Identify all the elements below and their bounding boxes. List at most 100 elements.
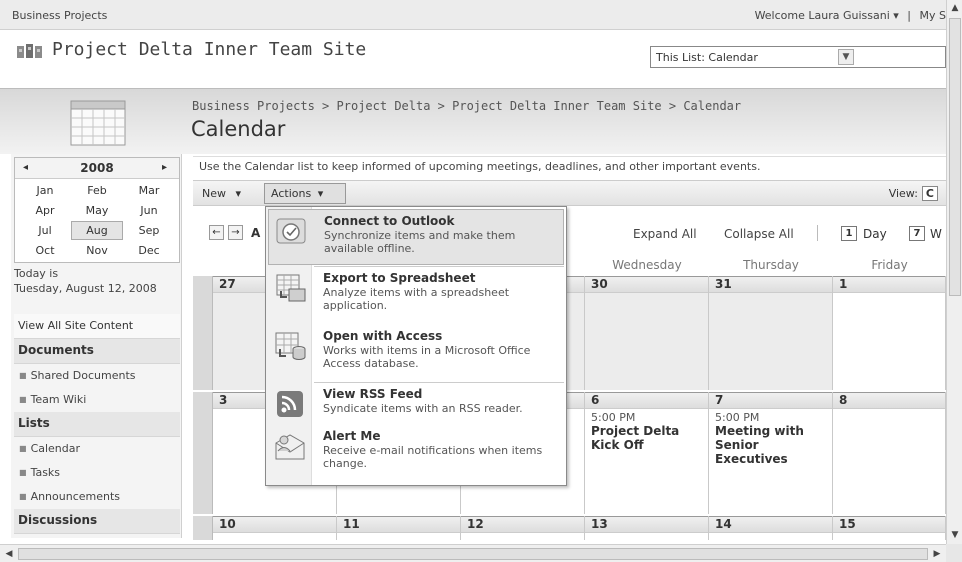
- menu-item-open-with-access[interactable]: Open with Access Works with items in a Mi…: [268, 325, 564, 381]
- calendar-day-cell[interactable]: 13: [585, 516, 709, 540]
- breadcrumb-link[interactable]: Project Delta Inner Team Site: [452, 99, 662, 113]
- scroll-down-icon[interactable]: ▼: [948, 528, 962, 542]
- week-view-link[interactable]: W: [930, 227, 942, 241]
- month-nov[interactable]: Nov: [71, 241, 123, 260]
- view-all-site-content-link[interactable]: View All Site Content: [14, 314, 180, 339]
- breadcrumb-link[interactable]: Project Delta: [337, 99, 431, 113]
- calendar-event[interactable]: 5:00 PM Meeting with Senior Executives: [709, 409, 832, 468]
- vertical-scroll-thumb[interactable]: [949, 18, 961, 296]
- next-year-icon[interactable]: ▸: [162, 162, 167, 173]
- nav-item-calendar[interactable]: ■ Calendar: [14, 437, 180, 461]
- nav-item-tasks[interactable]: ■ Tasks: [14, 461, 180, 485]
- day-cell-body[interactable]: [461, 533, 584, 540]
- scroll-left-icon[interactable]: ◀: [2, 547, 16, 561]
- vertical-scrollbar[interactable]: ▲ ▼: [946, 0, 962, 544]
- top-site-link[interactable]: Business Projects: [12, 9, 107, 22]
- day-cell-body[interactable]: [833, 293, 945, 390]
- month-jan[interactable]: Jan: [19, 181, 71, 200]
- today-date[interactable]: Tuesday, August 12, 2008: [14, 281, 180, 296]
- search-scope-select[interactable]: This List: Calendar ▼: [650, 46, 858, 68]
- month-dec[interactable]: Dec: [123, 241, 175, 260]
- next-period-button[interactable]: →: [228, 225, 243, 240]
- new-menu-button[interactable]: New ▾: [202, 187, 241, 200]
- month-jul[interactable]: Jul: [19, 221, 71, 240]
- day-number[interactable]: 13: [585, 516, 708, 533]
- day-cell-body[interactable]: [337, 533, 460, 540]
- welcome-caret-icon[interactable]: ▾: [893, 9, 899, 22]
- day-cell-body[interactable]: 5:00 PM Project Delta Kick Off: [585, 409, 708, 514]
- day-cell-body[interactable]: [585, 293, 708, 390]
- view-selector[interactable]: View: C: [889, 186, 938, 201]
- calendar-day-cell[interactable]: 15: [833, 516, 946, 540]
- search-input[interactable]: [856, 46, 946, 68]
- day-number[interactable]: 14: [709, 516, 832, 533]
- expand-all-link[interactable]: Expand All: [633, 227, 697, 241]
- menu-item-alert-me[interactable]: Alert Me Receive e-mail notifications whe…: [268, 425, 564, 483]
- day-cell-body[interactable]: [833, 409, 945, 514]
- horizontal-scroll-thumb[interactable]: [18, 548, 928, 560]
- month-apr[interactable]: Apr: [19, 201, 71, 220]
- chevron-down-icon[interactable]: ▼: [838, 49, 854, 65]
- day-cell-body[interactable]: [709, 533, 832, 540]
- day-number[interactable]: 30: [585, 276, 708, 293]
- calendar-day-cell[interactable]: 10: [213, 516, 337, 540]
- calendar-day-cell[interactable]: 14: [709, 516, 833, 540]
- nav-item-announcements[interactable]: ■ Announcements: [14, 485, 180, 509]
- day-number[interactable]: 1: [833, 276, 945, 293]
- day-cell-body[interactable]: [833, 533, 945, 540]
- breadcrumb-current[interactable]: Calendar: [683, 99, 741, 113]
- horizontal-scrollbar[interactable]: ◀ ▶: [0, 544, 946, 562]
- menu-item-view-rss-feed[interactable]: View RSS Feed Syndicate items with an RSS…: [268, 383, 564, 423]
- calendar-day-cell[interactable]: 6 5:00 PM Project Delta Kick Off: [585, 392, 709, 514]
- week-expand-gutter[interactable]: [193, 516, 213, 540]
- collapse-all-link[interactable]: Collapse All: [724, 227, 794, 241]
- month-oct[interactable]: Oct: [19, 241, 71, 260]
- nav-item-shared-documents[interactable]: ■ Shared Documents: [14, 364, 180, 388]
- calendar-day-cell[interactable]: 1: [833, 276, 946, 390]
- month-sep[interactable]: Sep: [123, 221, 175, 240]
- lists-header[interactable]: Lists: [14, 412, 180, 437]
- day-number[interactable]: 10: [213, 516, 336, 533]
- day-number[interactable]: 15: [833, 516, 945, 533]
- week-view-icon[interactable]: 7: [909, 226, 925, 241]
- day-number[interactable]: 11: [337, 516, 460, 533]
- calendar-day-cell[interactable]: 11: [337, 516, 461, 540]
- calendar-day-cell[interactable]: 30: [585, 276, 709, 390]
- menu-item-connect-to-outlook[interactable]: Connect to Outlook Synchronize items and …: [268, 209, 564, 265]
- view-select[interactable]: C: [921, 186, 938, 201]
- scroll-up-icon[interactable]: ▲: [948, 1, 962, 15]
- day-cell-body[interactable]: [213, 533, 336, 540]
- event-title[interactable]: Project Delta Kick Off: [591, 424, 702, 452]
- week-expand-gutter[interactable]: [193, 392, 213, 514]
- scroll-right-icon[interactable]: ▶: [930, 547, 944, 561]
- actions-menu-button[interactable]: Actions ▾: [264, 183, 346, 204]
- week-expand-gutter[interactable]: [193, 276, 213, 390]
- day-number[interactable]: 12: [461, 516, 584, 533]
- day-number[interactable]: 7: [709, 392, 832, 409]
- month-jun[interactable]: Jun: [123, 201, 175, 220]
- month-feb[interactable]: Feb: [71, 181, 123, 200]
- calendar-event[interactable]: 5:00 PM Project Delta Kick Off: [585, 409, 708, 454]
- site-title[interactable]: Project Delta Inner Team Site: [52, 39, 366, 60]
- calendar-day-cell[interactable]: 31: [709, 276, 833, 390]
- documents-header[interactable]: Documents: [14, 339, 180, 364]
- menu-item-export-to-spreadsheet[interactable]: Export to Spreadsheet Analyze items with …: [268, 267, 564, 323]
- day-view-link[interactable]: Day: [863, 227, 887, 241]
- calendar-day-cell[interactable]: 12: [461, 516, 585, 540]
- welcome-menu[interactable]: Welcome Laura Guissani: [755, 9, 890, 22]
- day-cell-body[interactable]: [585, 533, 708, 540]
- calendar-day-cell[interactable]: 8: [833, 392, 946, 514]
- day-number[interactable]: 8: [833, 392, 945, 409]
- event-title[interactable]: Meeting with Senior Executives: [715, 424, 826, 466]
- day-cell-body[interactable]: 5:00 PM Meeting with Senior Executives: [709, 409, 832, 514]
- nav-item-team-wiki[interactable]: ■ Team Wiki: [14, 388, 180, 412]
- month-aug[interactable]: Aug: [71, 221, 123, 240]
- day-view-icon[interactable]: 1: [841, 226, 857, 241]
- breadcrumb-link[interactable]: Business Projects: [192, 99, 315, 113]
- day-number[interactable]: 6: [585, 392, 708, 409]
- day-cell-body[interactable]: [709, 293, 832, 390]
- day-number[interactable]: 31: [709, 276, 832, 293]
- month-may[interactable]: May: [71, 201, 123, 220]
- calendar-day-cell[interactable]: 7 5:00 PM Meeting with Senior Executives: [709, 392, 833, 514]
- month-mar[interactable]: Mar: [123, 181, 175, 200]
